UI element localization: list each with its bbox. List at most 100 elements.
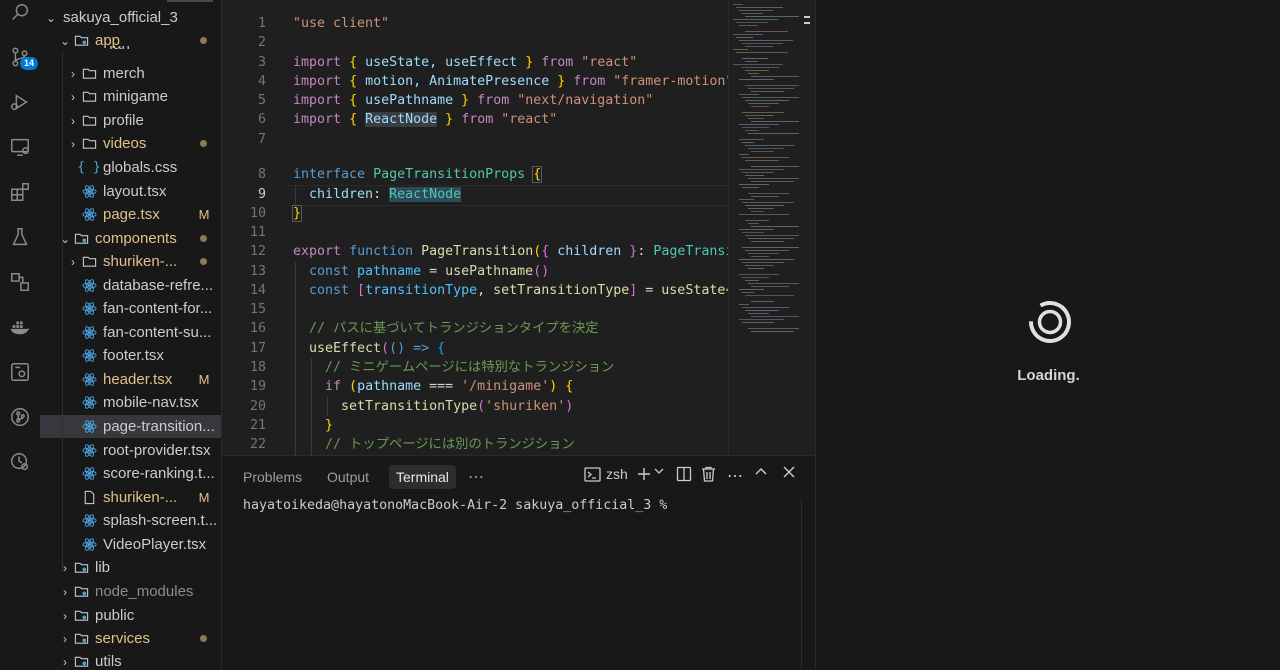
tree-file[interactable]: { } globals.css	[40, 156, 221, 179]
code-line: 17 useEffect(() => {	[222, 339, 728, 358]
tree-folder[interactable]: › videos	[40, 132, 221, 155]
minimap-line	[742, 277, 769, 278]
tree-file[interactable]: page.tsx M	[40, 203, 221, 226]
minimap-line	[751, 181, 794, 182]
tab-problems[interactable]: Problems	[236, 465, 309, 489]
git-graph-icon[interactable]	[7, 404, 33, 430]
code-token: "react"	[581, 55, 638, 70]
minimap-line	[742, 187, 759, 188]
code-token: {	[349, 112, 358, 127]
code-editor[interactable]: 1 "use client" 2 3 import { useState, useEff…	[222, 0, 728, 455]
terminal-prompt[interactable]: hayatoikeda@hayatonoMacBook-Air-2 sakuya…	[243, 498, 667, 513]
close-panel-button[interactable]	[783, 466, 795, 478]
tree-folder[interactable]: ⌄ app	[40, 29, 221, 52]
tree-folder[interactable]: › node_modules	[40, 580, 221, 603]
line-number: 19	[249, 379, 266, 394]
minimap-line	[748, 118, 764, 119]
docker-icon[interactable]	[7, 314, 33, 340]
tab-output[interactable]: Output	[320, 465, 376, 489]
tree-file[interactable]: header.tsx M	[40, 368, 221, 391]
minimap-line	[751, 286, 789, 287]
tree-file[interactable]: mobile-nav.tsx	[40, 391, 221, 414]
search-icon[interactable]	[7, 0, 33, 26]
code-token: :	[373, 187, 390, 202]
folder-icon	[72, 560, 90, 575]
minimap-line	[751, 211, 764, 212]
extensions-icon[interactable]	[7, 179, 33, 205]
tree-folder[interactable]: › profile	[40, 109, 221, 132]
react-file-icon	[80, 372, 98, 387]
testing-icon[interactable]	[7, 224, 33, 250]
minimap-line	[748, 238, 794, 239]
tree-file[interactable]: VideoPlayer.tsx	[40, 533, 221, 556]
explorer-root[interactable]: ⌄ sakuya_official_3	[40, 6, 221, 29]
tree-folder[interactable]: ⌄ components	[40, 227, 221, 250]
new-terminal-button[interactable]	[636, 466, 652, 482]
tree-folder[interactable]: › merch	[40, 62, 221, 85]
line-number: 4	[257, 74, 266, 89]
tree-file[interactable]: splash-screen.t...	[40, 509, 221, 532]
tree-file[interactable]: score-ranking.t...	[40, 462, 221, 485]
code-text: children: ReactNode	[293, 185, 462, 204]
tree-folder[interactable]: › lib	[40, 556, 221, 579]
remote-settings-icon[interactable]	[7, 359, 33, 385]
tree-folder[interactable]: › shuriken-...	[40, 250, 221, 273]
timeline-icon[interactable]	[7, 449, 33, 475]
tree-file[interactable]: fan-content-for...	[40, 297, 221, 320]
tree-folder[interactable]: › services	[40, 627, 221, 650]
code-token: {	[565, 379, 574, 394]
tree-file[interactable]: root-provider.tsx	[40, 439, 221, 462]
folder-icon	[72, 33, 90, 48]
run-debug-icon[interactable]	[7, 89, 33, 115]
minimap-line	[739, 304, 749, 305]
containers-icon[interactable]	[7, 269, 33, 295]
minimap-line	[742, 262, 784, 263]
tab-terminal[interactable]: Terminal	[389, 465, 456, 489]
code-token: interface	[293, 167, 366, 182]
minimap-line	[742, 202, 794, 203]
react-file-icon	[80, 537, 98, 552]
split-terminal-button[interactable]	[676, 466, 692, 482]
tree-folder[interactable]: › minigame	[40, 85, 221, 108]
minimap-line	[742, 112, 784, 113]
minimap-line	[745, 100, 789, 101]
minimap-line	[736, 52, 788, 53]
code-token: from	[453, 112, 502, 127]
folder-icon	[80, 136, 98, 151]
maximize-panel-button[interactable]	[755, 466, 767, 478]
code-token: 'shuriken'	[485, 399, 566, 414]
code-line: 20 setTransitionType('shuriken')	[222, 397, 728, 416]
code-token: "framer-motion"	[613, 74, 728, 89]
minimap-line	[745, 145, 794, 146]
minimap[interactable]	[728, 0, 815, 455]
terminal-selector[interactable]: zsh	[584, 466, 628, 482]
tree-folder[interactable]: › public	[40, 604, 221, 627]
tree-row-label: minigame	[103, 88, 169, 105]
minimap-line	[742, 292, 754, 293]
tree-file[interactable]: shuriken-... M	[40, 486, 221, 509]
minimap-slider[interactable]	[804, 12, 812, 26]
tree-file[interactable]: fan-content-su...	[40, 321, 221, 344]
tree-file[interactable]: footer.tsx	[40, 344, 221, 367]
kill-terminal-button[interactable]	[701, 466, 716, 482]
code-token: function	[349, 244, 414, 259]
tree-row-label: merch	[103, 65, 145, 82]
remote-explorer-icon[interactable]	[7, 134, 33, 160]
tree-folder[interactable]: › utils	[40, 650, 221, 669]
code-token: ReactNode	[389, 187, 462, 202]
panel-more-button[interactable]: ⋯	[461, 465, 491, 489]
code-line: 5 import { usePathname } from "next/navig…	[222, 91, 728, 110]
tree-file[interactable]: database-refre...	[40, 274, 221, 297]
terminal-dropdown-button[interactable]	[654, 466, 664, 476]
tree-file[interactable]: layout.tsx	[40, 180, 221, 203]
minimap-line	[745, 61, 758, 62]
terminal-more-button[interactable]: ⋯	[727, 466, 743, 486]
minimap-line	[745, 250, 789, 251]
source-control-icon[interactable]: 14	[7, 44, 39, 70]
chevron-right-icon: ›	[63, 608, 67, 623]
minimap-line	[745, 265, 774, 266]
tree-row-label: score-ranking.t...	[103, 465, 215, 482]
chevron-up-icon	[755, 468, 767, 475]
tree-file[interactable]: page-transition...	[40, 415, 221, 438]
line-number: 7	[257, 132, 266, 147]
